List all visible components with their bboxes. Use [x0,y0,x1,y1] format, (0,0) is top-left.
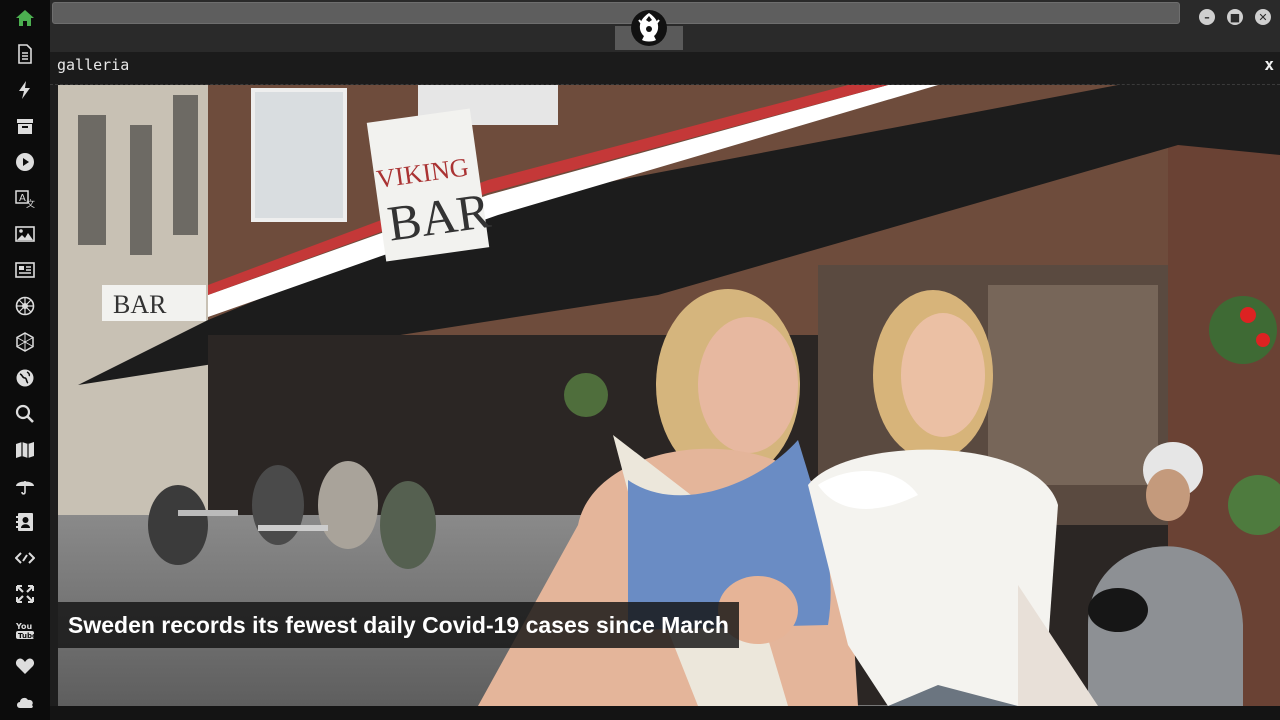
logo-tab[interactable] [615,10,683,50]
translate-icon[interactable]: A文 [14,187,36,209]
svg-text:A: A [19,193,26,204]
map-icon[interactable] [14,439,36,461]
photo-caption: Sweden records its fewest daily Covid-19… [58,602,739,648]
image-icon[interactable] [14,223,36,245]
document-icon[interactable] [14,43,36,65]
play-icon[interactable] [14,151,36,173]
search-icon[interactable] [14,403,36,425]
close-window-button[interactable]: ✕ [1255,9,1271,25]
sidebar: A文 You Tube [0,0,50,720]
archive-icon[interactable] [14,115,36,137]
umbrella-icon[interactable] [14,475,36,497]
lightning-icon[interactable] [14,79,36,101]
svg-text:文: 文 [26,198,35,208]
svg-text:You: You [15,622,33,631]
top-bar: – ■ ✕ [50,0,1280,52]
maximize-button[interactable]: ■ [1227,9,1243,25]
expand-icon[interactable] [14,583,36,605]
galactic-empire-icon [631,10,667,46]
bottom-strip [50,706,1280,720]
panel-header: galleria x [50,52,1280,85]
heart-icon[interactable] [14,655,36,677]
rebel-alliance-icon[interactable] [14,295,36,317]
code-icon[interactable] [14,547,36,569]
svg-text:Tube: Tube [18,632,35,640]
home-icon[interactable] [14,7,36,29]
address-bar[interactable] [52,2,1180,24]
panel-close-button[interactable]: x [1264,55,1274,74]
hexagon-network-icon[interactable] [14,331,36,353]
panel-title: galleria [57,56,130,74]
newspaper-icon[interactable] [14,259,36,281]
youtube-icon[interactable]: You Tube [14,619,36,641]
minimize-button[interactable]: – [1199,9,1215,25]
cloud-icon[interactable] [14,691,36,713]
globe-icon[interactable] [14,367,36,389]
svg-text:BAR: BAR [113,290,167,319]
contact-card-icon[interactable] [14,511,36,533]
